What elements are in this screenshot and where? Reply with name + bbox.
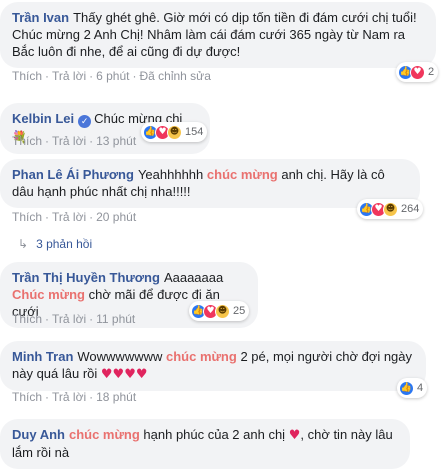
- highlight-text[interactable]: chúc mừng: [166, 349, 237, 364]
- comment-text: Yeahhhhhh: [137, 167, 204, 182]
- comment-author[interactable]: Trần Thị Huyền Thương: [12, 270, 160, 285]
- comment-author[interactable]: Kelbin Lei: [12, 111, 74, 126]
- reply-button[interactable]: Trả lời: [52, 134, 86, 148]
- reaction-count: 264: [401, 203, 420, 215]
- haha-icon: ☻: [383, 201, 398, 217]
- highlight-text[interactable]: Chúc mừng: [12, 287, 85, 302]
- reaction-count: 4: [417, 382, 424, 394]
- comment-bubble: Phan Lê Ái Phương Yeahhhhhh chúc mừng anh…: [0, 159, 420, 208]
- like-button[interactable]: Thích: [12, 390, 42, 404]
- like-icon: 👍: [399, 380, 414, 396]
- view-replies-link[interactable]: ↳ 3 phản hồi: [18, 237, 92, 251]
- comment-text: Wowwwwwww: [77, 349, 163, 364]
- reaction-count: 2: [428, 66, 435, 78]
- comment-author[interactable]: Minh Tran: [12, 349, 73, 364]
- heart-emoji: ♥: [288, 428, 301, 443]
- reply-button[interactable]: Trả lời: [52, 312, 86, 326]
- heart-emojis: ♥♥♥♥: [100, 367, 148, 382]
- reply-button[interactable]: Trả lời: [52, 69, 86, 83]
- replies-count: 3 phản hồi: [36, 237, 93, 251]
- reaction-summary[interactable]: 👍 4: [397, 378, 428, 398]
- comment-actions: Thích · Trả lời · 13 phút: [12, 134, 137, 148]
- timestamp[interactable]: 18 phút: [96, 390, 136, 404]
- reaction-summary[interactable]: 👍 ♥ 2: [396, 62, 439, 82]
- like-button[interactable]: Thích: [12, 210, 42, 224]
- comment-author[interactable]: Trần Ivan: [12, 10, 69, 25]
- comment-actions: Thích · Trả lời · 18 phút: [12, 390, 137, 404]
- comment-text: Aaaaaaaa: [163, 270, 224, 285]
- timestamp[interactable]: 20 phút: [96, 210, 136, 224]
- comment-actions: Thích · Trả lời · 11 phút: [12, 312, 136, 326]
- reply-arrow-icon: ↳: [18, 237, 29, 251]
- reply-button[interactable]: Trả lời: [52, 390, 86, 404]
- comment-author[interactable]: Duy Anh: [12, 427, 65, 442]
- reaction-count: 154: [185, 126, 204, 138]
- comment-feed: Trần Ivan Thấy ghét ghê. Giờ mới có dịp t…: [0, 0, 442, 469]
- comment-author[interactable]: Phan Lê Ái Phương: [12, 167, 134, 182]
- comment-text: hạnh phúc của 2 anh chị: [143, 427, 286, 442]
- reaction-count: 25: [233, 305, 246, 317]
- like-button[interactable]: Thích: [12, 312, 42, 326]
- comment-bubble: Minh Tran Wowwwwwww chúc mừng 2 pé, mọi n…: [0, 341, 426, 391]
- reply-button[interactable]: Trả lời: [52, 210, 86, 224]
- love-icon: ♥: [410, 64, 425, 80]
- timestamp[interactable]: 13 phút: [96, 134, 136, 148]
- comment-bubble: Trần Ivan Thấy ghét ghê. Giờ mới có dịp t…: [0, 2, 436, 68]
- verified-badge-icon: ✓: [78, 115, 92, 128]
- highlight-text[interactable]: chúc mừng: [207, 167, 278, 182]
- reaction-summary[interactable]: 👍 ♥ ☻ 154: [141, 122, 208, 142]
- reaction-summary[interactable]: 👍 ♥ ☻ 25: [189, 301, 250, 321]
- haha-icon: ☻: [215, 303, 230, 319]
- haha-icon: ☻: [167, 124, 182, 140]
- reaction-summary[interactable]: 👍 ♥ ☻ 264: [357, 199, 424, 219]
- comment-bubble: Duy Anh chúc mừng hạnh phúc của 2 anh chị…: [0, 419, 410, 469]
- timestamp[interactable]: 6 phút: [96, 69, 129, 83]
- highlight-text[interactable]: chúc mừng: [69, 427, 140, 442]
- timestamp[interactable]: 11 phút: [96, 312, 135, 326]
- comment-actions: Thích · Trả lời · 20 phút: [12, 210, 137, 224]
- comment-text: Thấy ghét ghê. Giờ mới có dịp tốn tiền đ…: [12, 10, 417, 59]
- like-button[interactable]: Thích: [12, 69, 42, 83]
- comment-actions: Thích · Trả lời · 6 phút · Đã chỉnh sửa: [12, 69, 211, 83]
- like-button[interactable]: Thích: [12, 134, 42, 148]
- edited-label[interactable]: Đã chỉnh sửa: [139, 69, 210, 83]
